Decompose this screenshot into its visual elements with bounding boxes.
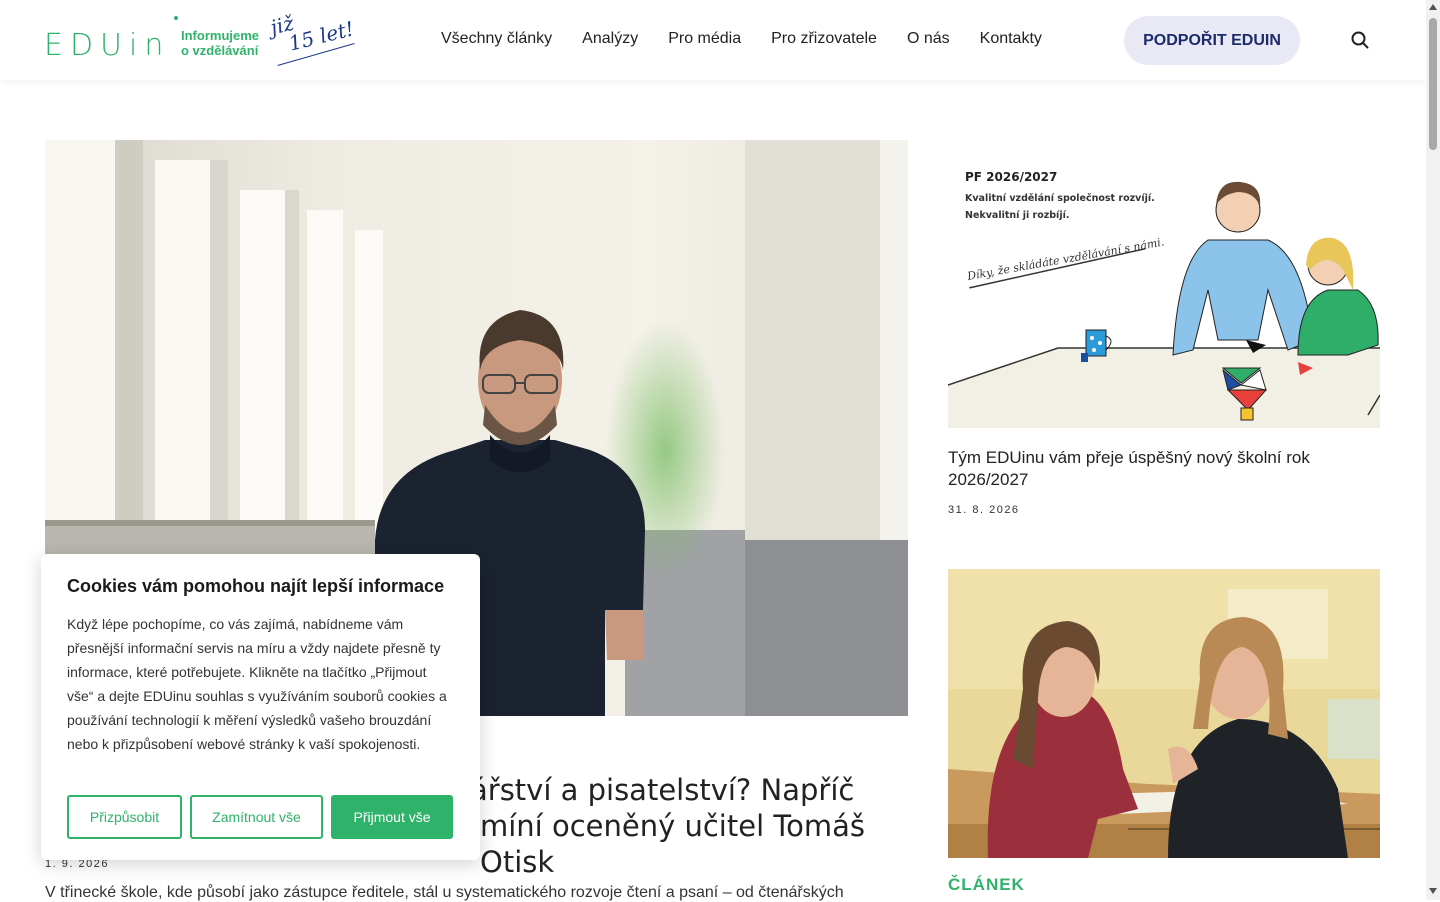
tagline-line-2: o vzdělávání [181,43,259,58]
students-photo [948,569,1380,858]
nav-all-articles[interactable]: Všechny články [441,30,552,48]
scroll-up-arrow-icon[interactable] [1429,4,1437,10]
cookie-consent-dialog: Cookies vám pomohou najít lepší informac… [41,554,480,860]
cookie-title: Cookies vám pomohou najít lepší informac… [67,576,445,596]
logo-tagline: Informujeme o vzdělávání [181,28,259,58]
pf-line-1: Kvalitní vzdělání společnost rozvíjí. [965,193,1155,204]
sidebar-card-2-image[interactable] [948,569,1380,858]
sidebar-card-1-image[interactable]: PF 2026/2027 Kvalitní vzdělání společnos… [948,140,1380,428]
search-icon[interactable] [1348,28,1372,52]
nav-contacts[interactable]: Kontakty [980,30,1042,48]
eduin-logo[interactable]: EDUin Informujeme o vzdělávání již 15 le… [44,11,364,70]
anniversary-handwriting: již 15 let! [268,0,356,57]
main-nav: Všechny články Analýzy Pro média Pro zři… [441,30,1072,48]
cookie-accept-all-button[interactable]: Přijmout vše [331,795,453,839]
pf-line-2: Nekvalitní ji rozbíjí. [965,210,1069,221]
sidebar-card-1-title[interactable]: Tým EDUinu vám přeje úspěšný nový školní… [948,447,1368,491]
page-scrollbar[interactable] [1426,0,1440,900]
cookie-customize-button[interactable]: Přizpůsobit [67,795,182,839]
site-header: EDUin Informujeme o vzdělávání již 15 le… [0,0,1426,80]
tagline-line-1: Informujeme [181,28,260,43]
logo-wordmark: EDUin [44,28,171,63]
nav-analyses[interactable]: Analýzy [582,30,638,48]
sidebar-card-1-date: 31. 8. 2026 [948,504,1020,516]
scroll-down-arrow-icon[interactable] [1429,888,1437,894]
logo-dot [174,16,178,20]
pf-illustration: PF 2026/2027 Kvalitní vzdělání společnos… [948,140,1380,428]
pf-heading: PF 2026/2027 [965,170,1057,184]
search-icon-svg [1351,31,1369,49]
nav-about[interactable]: O nás [907,30,950,48]
support-eduin-button[interactable]: PODPOŘIT EDUIN [1124,16,1300,65]
cookie-text: Když lépe pochopíme, co vás zajímá, nabí… [67,616,447,752]
cookie-reject-all-button[interactable]: Zamítnout vše [190,795,323,839]
nav-for-media[interactable]: Pro média [668,30,741,48]
nav-for-founders[interactable]: Pro zřizovatele [771,30,877,48]
scroll-thumb[interactable] [1429,18,1437,150]
sidebar-card-2-category[interactable]: ČLÁNEK [948,875,1025,895]
main-article-excerpt: V třinecké škole, kde působí jako zástup… [45,884,844,901]
